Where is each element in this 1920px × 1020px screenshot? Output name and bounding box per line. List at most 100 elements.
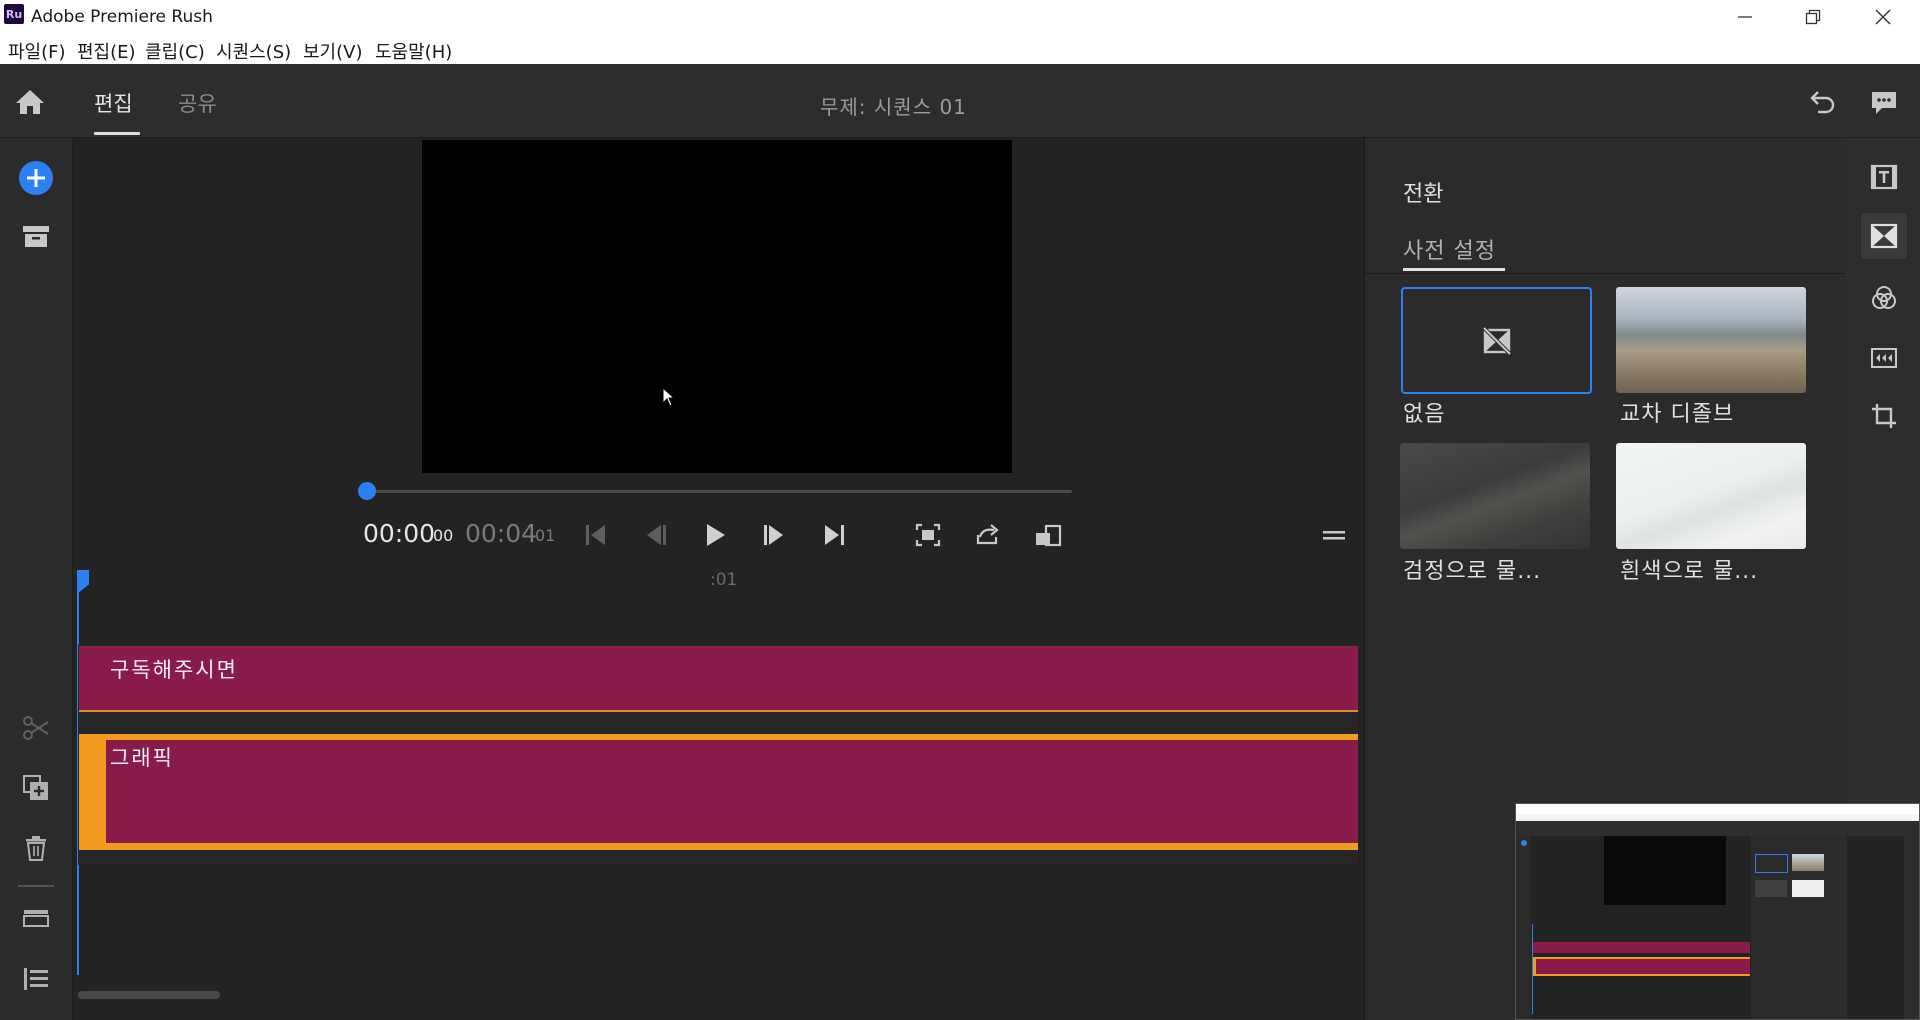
duplicate-button[interactable] [22,774,52,804]
chat-icon [1872,92,1896,114]
timeline-clip-title[interactable] [79,646,1358,712]
menu-lines-icon [1323,531,1345,540]
minimize-icon [1738,16,1752,18]
cursor-icon [662,386,676,407]
current-timecode-frames: 00 [433,526,454,545]
restore-button[interactable] [1778,0,1848,34]
track-icon [23,910,49,927]
preset-dip-to-black-thumbnail[interactable] [1400,443,1590,549]
thumbnail-menubar [1516,814,1919,821]
total-duration: 00:04 [465,519,538,548]
home-button[interactable] [14,88,48,118]
menu-help[interactable]: 도움말(H) [375,38,452,64]
aspect-ratio-icon [1036,524,1062,547]
undo-button[interactable] [1806,86,1840,120]
speed-button[interactable] [1866,340,1902,376]
titles-button[interactable] [1866,159,1902,195]
fit-screen-icon [915,523,941,547]
preset-label: 교차 디졸브 [1620,402,1735,427]
split-button[interactable] [22,714,52,744]
window-title: Adobe Premiere Rush [31,7,213,27]
toolbar-divider [18,885,54,887]
mouse-cursor [662,386,676,411]
thumbnail-left-toolbar [1516,836,1531,1019]
tab-edit[interactable]: 편집 [94,88,133,118]
speed-icon [1871,348,1897,368]
track-controls-button[interactable] [22,906,52,936]
fullscreen-button[interactable] [911,518,945,552]
color-button[interactable] [1866,280,1902,316]
screen-thumbnail [1515,803,1920,1020]
scrub-handle[interactable] [358,482,376,500]
left-toolbar [0,138,73,1020]
menu-file[interactable]: 파일(F) [8,38,66,64]
preset-label: 없음 [1403,402,1446,427]
loop-button[interactable] [971,518,1005,552]
menu-sequence[interactable]: 시퀀스(S) [216,38,291,64]
close-button[interactable] [1848,0,1918,34]
color-circles-icon [1872,286,1896,309]
tab-presets[interactable]: 사전 설정 [1403,233,1496,265]
menu-clip[interactable]: 클립(C) [145,38,205,64]
preset-label: 검정으로 물... [1403,559,1542,584]
archive-icon [23,226,49,247]
feedback-button[interactable] [1868,86,1902,120]
panel-menu-button[interactable] [1317,518,1351,552]
minimize-button[interactable] [1710,0,1780,34]
clip-label: 그래픽 [110,746,174,770]
go-to-start-button[interactable] [579,518,613,552]
thumbnail-preset [1792,880,1824,897]
menu-edit[interactable]: 편집(E) [77,38,136,64]
crop-icon [1872,404,1896,428]
duplicate-icon [23,775,48,800]
video-preview[interactable] [422,140,1012,473]
project-assets-button[interactable] [22,224,52,254]
timeline-clip-graphic[interactable] [106,740,1358,843]
add-media-button[interactable] [18,160,54,196]
panel-divider [1364,273,1845,274]
preset-dip-to-white-thumbnail[interactable] [1616,443,1806,549]
step-back-button[interactable] [639,518,673,552]
step-forward-icon [764,525,783,545]
delete-button[interactable] [22,834,52,864]
title-film-icon [1870,164,1898,190]
thumbnail-playhead [1532,924,1533,1014]
crop-button[interactable] [1866,398,1902,434]
preset-cross-dissolve-thumbnail[interactable] [1616,287,1806,393]
skip-back-icon [586,525,605,545]
total-duration-frames: 01 [535,526,556,545]
close-icon [1875,9,1891,25]
restore-icon [1805,9,1821,25]
step-forward-button[interactable] [757,518,791,552]
thumbnail-header [1516,821,1919,836]
thumbnail-preset [1755,880,1787,897]
menu-view[interactable]: 보기(V) [303,38,362,64]
clip-label: 구독해주시면 [110,658,238,682]
play-button[interactable] [698,518,732,552]
transition-icon [1870,223,1898,249]
timeline-ruler-label: :01 [710,570,738,590]
trash-icon [26,836,46,861]
preset-none-thumbnail[interactable] [1401,287,1592,394]
timeline-scrollbar[interactable] [78,991,220,999]
current-timecode: 00:00 [363,519,436,548]
track-list-button[interactable] [22,966,52,996]
tab-presets-indicator [1403,268,1505,271]
share-arrow-icon [976,524,999,545]
thumbnail-clip [1532,942,1750,953]
undo-icon [1810,91,1835,114]
tab-share[interactable]: 공유 [178,88,217,118]
tab-edit-indicator [94,132,140,135]
sequence-title[interactable]: 무제: 시퀀스 01 [820,91,967,120]
scrub-bar[interactable] [366,490,1072,493]
thumbnail-preset [1792,854,1824,871]
panel-title: 전환 [1403,182,1444,207]
list-icon [24,968,48,990]
plus-circle-icon [19,161,53,195]
go-to-end-button[interactable] [817,518,851,552]
thumbnail-titlebar [1516,804,1919,814]
aspect-ratio-button[interactable] [1031,518,1065,552]
thumbnail-clip-inner [1536,959,1750,974]
transitions-button[interactable] [1866,218,1902,254]
thumbnail-preset-selected [1755,854,1788,873]
